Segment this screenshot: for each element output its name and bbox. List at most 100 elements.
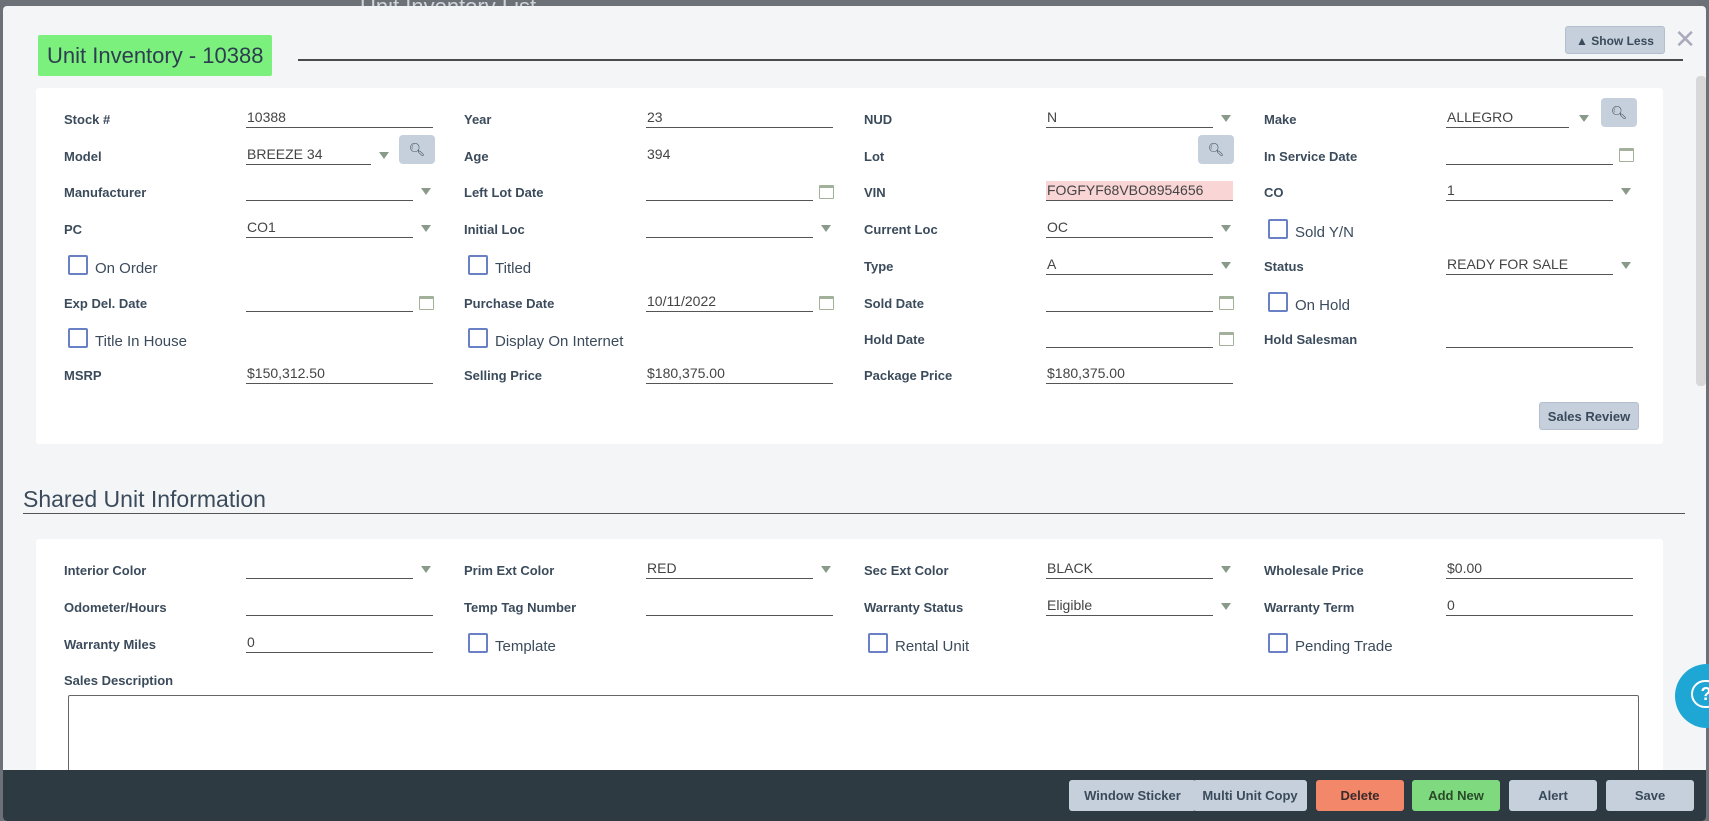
manufacturer-label: Manufacturer xyxy=(64,185,147,200)
pc-select[interactable]: CO1 xyxy=(246,218,413,238)
modal-header: Unit Inventory - 10388 ▲ Show Less ✕ xyxy=(3,6,1706,86)
interior-color-select[interactable] xyxy=(246,559,413,579)
interior-color-dropdown-arrow-icon[interactable] xyxy=(421,566,431,573)
package-price-input[interactable]: $180,375.00 xyxy=(1046,364,1233,384)
exp-del-date-label: Exp Del. Date xyxy=(64,296,148,311)
co-dropdown-arrow-icon[interactable] xyxy=(1621,188,1631,195)
type-select[interactable]: A xyxy=(1046,255,1213,275)
sold-yn-checkbox[interactable] xyxy=(1268,219,1288,239)
current-loc-dropdown-arrow-icon[interactable] xyxy=(1221,225,1231,232)
lot-search-button[interactable]: 🔍︎ xyxy=(1198,135,1234,164)
warranty-miles-input[interactable]: 0 xyxy=(246,633,433,653)
model-dropdown-arrow-icon[interactable] xyxy=(379,152,389,159)
model-search-button[interactable]: 🔍︎ xyxy=(399,135,435,164)
in-service-date-input[interactable] xyxy=(1446,145,1613,165)
on-order-checkbox[interactable] xyxy=(68,255,88,275)
title-divider xyxy=(298,59,1683,61)
on-hold-label: On Hold xyxy=(1295,297,1351,314)
nud-select[interactable]: N xyxy=(1046,108,1213,128)
manufacturer-select[interactable] xyxy=(246,181,413,201)
package-price-label: Package Price xyxy=(864,368,953,383)
msrp-input[interactable]: $150,312.50 xyxy=(246,364,433,384)
shared-section-title: Shared Unit Information xyxy=(23,486,266,512)
sales-description-textarea[interactable] xyxy=(68,695,1639,775)
sec-ext-color-select[interactable]: BLACK xyxy=(1046,559,1213,579)
current-loc-label: Current Loc xyxy=(864,222,938,237)
unit-inventory-modal: Unit Inventory - 10388 ▲ Show Less ✕ Sto… xyxy=(3,6,1706,821)
pc-dropdown-arrow-icon[interactable] xyxy=(421,225,431,232)
co-select[interactable]: 1 xyxy=(1446,181,1613,201)
model-select[interactable]: BREEZE 34 xyxy=(246,145,371,165)
sold-date-label: Sold Date xyxy=(864,296,924,311)
calendar-icon[interactable] xyxy=(1219,296,1234,310)
sales-review-button[interactable]: Sales Review xyxy=(1539,402,1639,430)
alert-button[interactable]: Alert xyxy=(1509,780,1597,811)
exp-del-date-input[interactable] xyxy=(246,292,413,312)
left-lot-date-label: Left Lot Date xyxy=(464,185,544,200)
make-search-button[interactable]: 🔍︎ xyxy=(1601,98,1637,127)
title-in-house-checkbox[interactable] xyxy=(68,328,88,348)
initial-loc-dropdown-arrow-icon[interactable] xyxy=(821,225,831,232)
question-icon: ? xyxy=(1691,680,1709,708)
sold-date-input[interactable] xyxy=(1046,292,1213,312)
calendar-icon[interactable] xyxy=(1219,332,1234,346)
calendar-icon[interactable] xyxy=(819,185,834,199)
status-dropdown-arrow-icon[interactable] xyxy=(1621,262,1631,269)
close-icon[interactable]: ✕ xyxy=(1674,26,1696,52)
warranty-status-select[interactable]: Eligible xyxy=(1046,596,1213,616)
purchase-date-input[interactable]: 10/11/2022 xyxy=(646,292,813,312)
pending-trade-checkbox[interactable] xyxy=(1268,633,1288,653)
left-lot-date-input[interactable] xyxy=(646,181,813,201)
save-button[interactable]: Save xyxy=(1606,780,1694,811)
status-select[interactable]: READY FOR SALE xyxy=(1446,255,1613,275)
wholesale-price-input[interactable]: $0.00 xyxy=(1446,559,1633,579)
window-sticker-button[interactable]: Window Sticker xyxy=(1069,780,1196,811)
type-dropdown-arrow-icon[interactable] xyxy=(1221,262,1231,269)
warranty-status-dropdown-arrow-icon[interactable] xyxy=(1221,603,1231,610)
calendar-icon[interactable] xyxy=(419,296,434,310)
calendar-icon[interactable] xyxy=(1619,148,1634,162)
search-icon: 🔍︎ xyxy=(1207,142,1225,157)
interior-color-label: Interior Color xyxy=(64,563,147,578)
multi-unit-copy-button[interactable]: Multi Unit Copy xyxy=(1193,780,1307,811)
stock-input[interactable]: 10388 xyxy=(246,108,433,128)
warranty-term-input[interactable]: 0 xyxy=(1446,596,1633,616)
hold-date-input[interactable] xyxy=(1046,328,1213,348)
delete-button[interactable]: Delete xyxy=(1316,780,1404,811)
make-label: Make xyxy=(1264,112,1297,127)
temp-tag-input[interactable] xyxy=(646,596,833,616)
on-hold-checkbox[interactable] xyxy=(1268,292,1288,312)
make-select[interactable]: ALLEGRO xyxy=(1446,108,1569,128)
age-value: 394 xyxy=(647,146,671,162)
lot-input[interactable] xyxy=(1046,145,1176,165)
prim-ext-color-dropdown-arrow-icon[interactable] xyxy=(821,566,831,573)
prim-ext-color-select[interactable]: RED xyxy=(646,559,813,579)
show-less-button[interactable]: ▲ Show Less xyxy=(1565,26,1665,54)
rental-unit-label: Rental Unit xyxy=(895,638,970,655)
scrollbar[interactable] xyxy=(1696,76,1706,386)
rental-unit-checkbox[interactable] xyxy=(868,633,888,653)
year-input[interactable]: 23 xyxy=(646,108,833,128)
unit-details-card: Stock # 10388 Year 23 NUD N Make ALLEGRO… xyxy=(36,88,1663,444)
titled-checkbox[interactable] xyxy=(468,255,488,275)
msrp-label: MSRP xyxy=(64,368,102,383)
nud-dropdown-arrow-icon[interactable] xyxy=(1221,115,1231,122)
current-loc-select[interactable]: OC xyxy=(1046,218,1213,238)
sold-yn-label: Sold Y/N xyxy=(1295,224,1354,241)
template-checkbox[interactable] xyxy=(468,633,488,653)
odometer-input[interactable] xyxy=(246,596,433,616)
template-label: Template xyxy=(495,638,556,655)
hold-salesman-input[interactable] xyxy=(1446,328,1633,348)
display-on-internet-checkbox[interactable] xyxy=(468,328,488,348)
selling-price-input[interactable]: $180,375.00 xyxy=(646,364,833,384)
manufacturer-dropdown-arrow-icon[interactable] xyxy=(421,188,431,195)
nud-label: NUD xyxy=(864,112,893,127)
add-new-button[interactable]: Add New xyxy=(1412,780,1500,811)
initial-loc-select[interactable] xyxy=(646,218,813,238)
pending-trade-label: Pending Trade xyxy=(1295,638,1393,655)
stock-label: Stock # xyxy=(64,112,111,127)
vin-input[interactable]: FOGFYF68VBO8954656 xyxy=(1046,181,1233,201)
calendar-icon[interactable] xyxy=(819,296,834,310)
make-dropdown-arrow-icon[interactable] xyxy=(1579,115,1589,122)
sec-ext-color-dropdown-arrow-icon[interactable] xyxy=(1221,566,1231,573)
